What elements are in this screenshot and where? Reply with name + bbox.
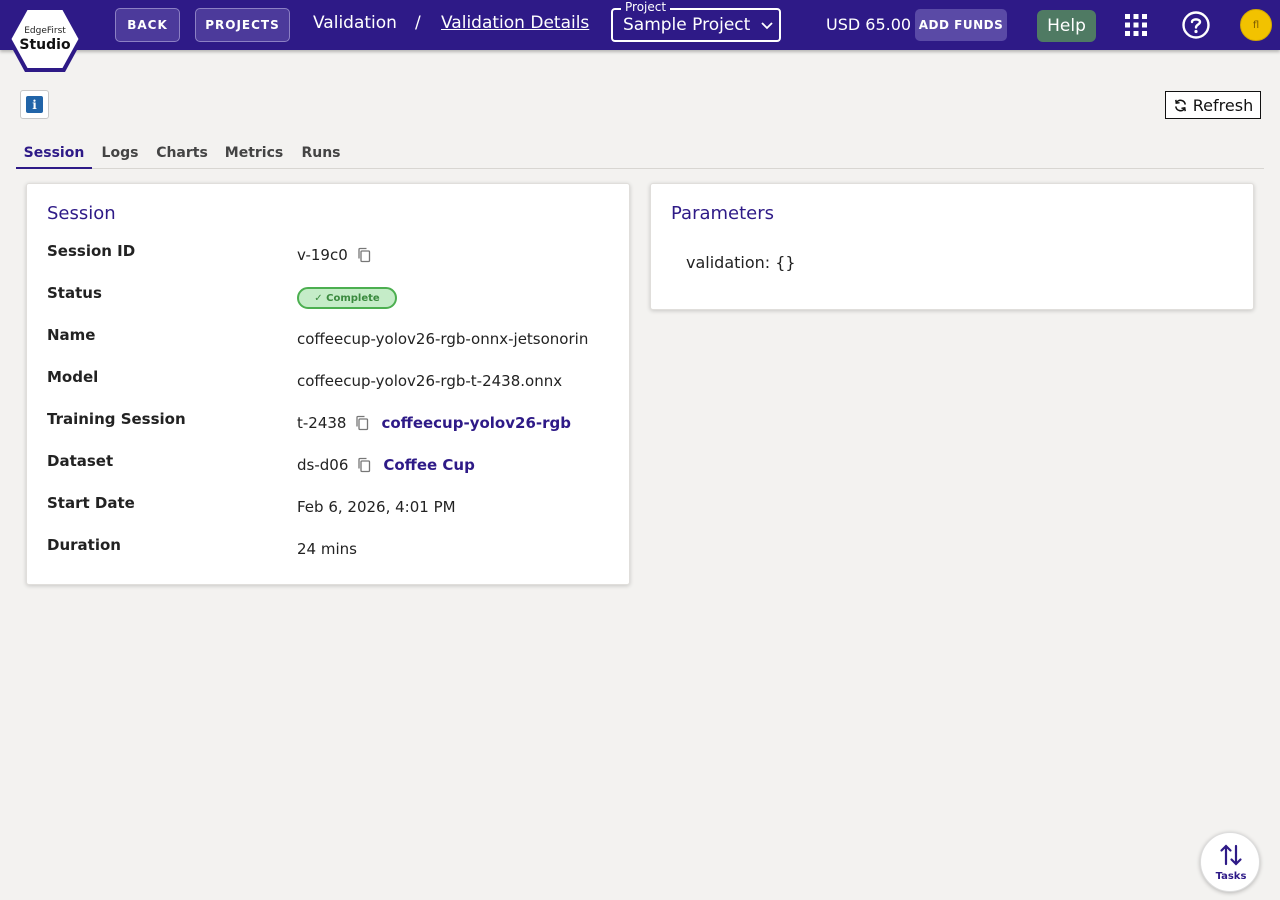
copy-icon[interactable] xyxy=(355,415,369,431)
help-button[interactable]: Help xyxy=(1037,10,1096,42)
parameters-content: validation: {} xyxy=(686,253,796,272)
add-funds-button[interactable]: ADD FUNDS xyxy=(915,9,1007,41)
back-button[interactable]: BACK xyxy=(115,8,180,42)
refresh-label: Refresh xyxy=(1192,95,1254,115)
name-label: Name xyxy=(47,326,96,344)
training-session-value: t-2438 coffeecup-yolov26-rgb xyxy=(297,414,571,432)
session-id-label: Session ID xyxy=(47,242,136,260)
status-badge: ✓ Complete xyxy=(297,287,397,309)
tab-runs[interactable]: Runs xyxy=(296,138,346,168)
session-card-title: Session xyxy=(47,203,116,224)
swap-vertical-icon xyxy=(1220,844,1242,866)
parameters-card-title: Parameters xyxy=(671,203,775,224)
breadcrumb-validation: Validation xyxy=(313,13,397,33)
dataset-id: ds-d06 xyxy=(297,456,349,474)
top-app-bar: BACK PROJECTS Validation / Validation De… xyxy=(0,0,1280,50)
training-session-link[interactable]: coffeecup-yolov26-rgb xyxy=(381,414,571,432)
project-select[interactable]: Project Sample Project xyxy=(611,0,781,42)
user-avatar[interactable]: fl xyxy=(1240,9,1272,41)
breadcrumb-separator: / xyxy=(415,13,421,33)
copy-icon[interactable] xyxy=(357,247,371,263)
refresh-icon xyxy=(1174,99,1186,111)
model-value: coffeecup-yolov26-rgb-t-2438.onnx xyxy=(297,372,563,390)
copy-icon[interactable] xyxy=(357,457,371,473)
duration-label: Duration xyxy=(47,536,121,554)
tasks-label: Tasks xyxy=(1215,871,1247,882)
apps-grid-icon[interactable] xyxy=(1124,13,1148,37)
session-id-value: v-19c0 xyxy=(297,246,371,264)
logo-text-edgefirst: EdgeFirst xyxy=(24,26,66,36)
project-select-value: Sample Project xyxy=(623,15,751,35)
detail-tabs: Session Logs Charts Metrics Runs xyxy=(16,138,1264,169)
chevron-down-icon xyxy=(761,22,773,30)
training-session-label: Training Session xyxy=(47,410,186,428)
dataset-link[interactable]: Coffee Cup xyxy=(383,456,474,474)
tab-logs[interactable]: Logs xyxy=(96,138,144,168)
projects-button[interactable]: PROJECTS xyxy=(195,8,290,42)
tab-charts[interactable]: Charts xyxy=(152,138,212,168)
tasks-button[interactable]: Tasks xyxy=(1200,832,1260,892)
refresh-button[interactable]: Refresh xyxy=(1165,91,1261,119)
session-card: Session Session ID v-19c0 Status ✓ Compl… xyxy=(26,183,630,585)
breadcrumb-validation-details[interactable]: Validation Details xyxy=(441,13,589,33)
session-id-text: v-19c0 xyxy=(297,246,348,264)
training-session-id: t-2438 xyxy=(297,414,347,432)
help-circle-icon[interactable] xyxy=(1181,10,1211,40)
status-label: Status xyxy=(47,284,102,302)
name-value: coffeecup-yolov26-rgb-onnx-jetsonorin xyxy=(297,330,589,348)
account-balance: USD 65.00 xyxy=(826,15,912,34)
dataset-value: ds-d06 Coffee Cup xyxy=(297,456,475,474)
tab-session[interactable]: Session xyxy=(16,138,92,169)
model-label: Model xyxy=(47,368,99,386)
start-date-label: Start Date xyxy=(47,494,135,512)
logo-text-studio: Studio xyxy=(19,37,71,53)
info-icon: i xyxy=(26,96,43,113)
tab-metrics[interactable]: Metrics xyxy=(220,138,288,168)
info-button[interactable]: i xyxy=(20,90,49,119)
project-select-label: Project xyxy=(621,0,671,14)
dataset-label: Dataset xyxy=(47,452,114,470)
duration-value: 24 mins xyxy=(297,540,357,558)
parameters-card: Parameters validation: {} xyxy=(650,183,1254,310)
start-date-value: Feb 6, 2026, 4:01 PM xyxy=(297,498,456,516)
status-value: ✓ Complete xyxy=(297,287,397,309)
edgefirst-studio-logo[interactable]: EdgeFirst Studio xyxy=(4,4,86,74)
